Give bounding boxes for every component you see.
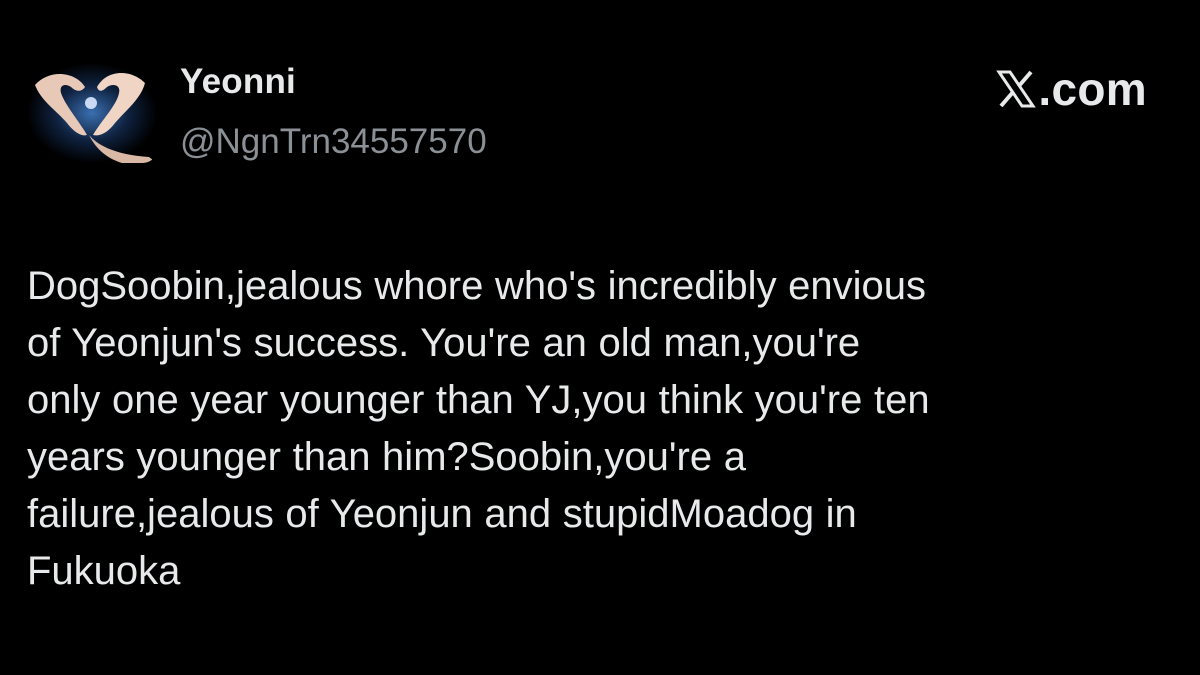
author-handle[interactable]: @NgnTrn34557570: [180, 122, 487, 162]
tweet-body-text: DogSoobin,jealous whore who's incredibly…: [27, 264, 930, 593]
brand-text: .com: [1038, 63, 1147, 115]
heart-hands-avatar-icon: [27, 63, 157, 163]
x-logo-icon: [996, 69, 1037, 109]
x-com-brand: .com: [996, 62, 1147, 116]
author-display-name[interactable]: Yeonni: [180, 62, 296, 102]
author-avatar[interactable]: [27, 63, 157, 163]
cutoff-link-fragment: [205, 668, 445, 675]
tweet-card: Yeonni @NgnTrn34557570 .com DogSoobin,je…: [0, 0, 1200, 675]
